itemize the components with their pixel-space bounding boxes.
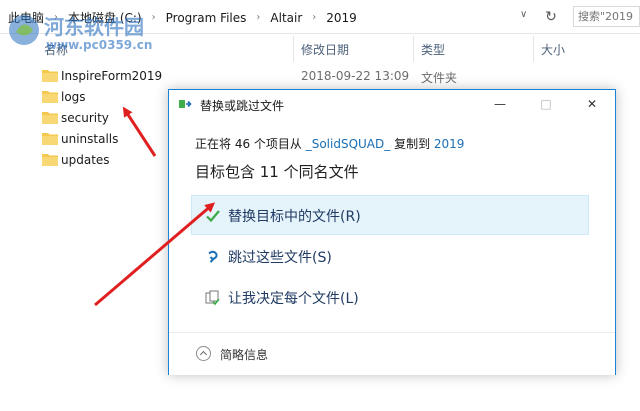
maximize-icon[interactable]: □ — [523, 90, 569, 119]
column-header-name[interactable]: 名称 — [44, 41, 68, 58]
column-header-modified[interactable]: 修改日期 — [301, 41, 349, 58]
search-box[interactable] — [573, 6, 640, 27]
breadcrumb-2019[interactable]: 2019 — [326, 11, 357, 25]
column-header-size[interactable]: 大小 — [541, 41, 565, 58]
copy-summary: 正在将 46 个项目从 _SolidSQUAD_ 复制到 2019 — [195, 135, 464, 152]
address-bar[interactable]: 此电脑 › 本地磁盘 (C:) › Program Files › Altair… — [0, 0, 640, 34]
dialog-heading: 目标包含 11 个同名文件 — [195, 163, 359, 181]
dialog-footer: 简略信息 — [169, 332, 615, 375]
column-divider[interactable] — [533, 36, 534, 62]
folder-icon — [42, 91, 58, 103]
file-modified: 2018-09-22 13:09 — [301, 69, 410, 83]
chevron-down-icon[interactable]: ∨ — [520, 9, 527, 20]
refresh-icon[interactable]: ↻ — [541, 7, 561, 27]
fewer-details-link[interactable]: 简略信息 — [220, 346, 268, 363]
option-label: 让我决定每个文件(L) — [228, 291, 359, 307]
column-header-type[interactable]: 类型 — [421, 41, 445, 58]
breadcrumb: 此电脑 › 本地磁盘 (C:) › Program Files › Altair… — [8, 9, 357, 26]
decide-each-file-option[interactable]: 让我决定每个文件(L) — [191, 277, 589, 317]
search-input[interactable] — [574, 7, 639, 26]
chevron-up-circle-icon[interactable] — [196, 346, 211, 361]
option-label: 跳过这些文件(S) — [228, 250, 332, 266]
copy-files-icon — [179, 100, 192, 108]
option-label: 替换目标中的文件(R) — [228, 209, 361, 225]
file-name: InspireForm2019 — [61, 69, 163, 83]
file-name: logs — [61, 90, 86, 104]
decide-icon — [205, 290, 220, 306]
folder-icon — [42, 154, 58, 166]
close-icon[interactable]: ✕ — [569, 90, 615, 119]
source-folder-link[interactable]: _SolidSQUAD_ — [306, 137, 391, 151]
replace-or-skip-dialog: 替换或跳过文件 — □ ✕ 正在将 46 个项目从 _SolidSQUAD_ 复… — [168, 89, 616, 375]
file-name: uninstalls — [61, 132, 119, 146]
breadcrumb-altair[interactable]: Altair — [270, 11, 302, 25]
list-item[interactable]: InspireForm2019 2018-09-22 13:09 文件夹 — [0, 66, 640, 87]
summary-middle: 复制到 — [390, 137, 434, 151]
breadcrumb-program-files[interactable]: Program Files — [166, 11, 247, 25]
chevron-right-icon[interactable]: › — [256, 12, 260, 23]
folder-icon — [42, 112, 58, 124]
file-name: security — [61, 111, 109, 125]
file-name: updates — [61, 153, 110, 167]
check-icon — [206, 210, 220, 223]
skip-icon — [208, 250, 218, 263]
destination-folder-link[interactable]: 2019 — [434, 137, 465, 151]
chevron-right-icon[interactable]: › — [312, 12, 316, 23]
column-header-row: 名称 修改日期 类型 大小 — [0, 36, 640, 62]
replace-files-option[interactable]: 替换目标中的文件(R) — [191, 195, 589, 235]
dialog-title-bar[interactable]: 替换或跳过文件 — □ ✕ — [169, 90, 615, 119]
dialog-title: 替换或跳过文件 — [200, 99, 285, 113]
folder-icon — [42, 70, 58, 82]
chevron-right-icon[interactable]: › — [152, 12, 156, 23]
skip-files-option[interactable]: 跳过这些文件(S) — [191, 236, 589, 276]
breadcrumb-local-disk[interactable]: 本地磁盘 (C:) — [68, 9, 142, 26]
summary-prefix: 正在将 46 个项目从 — [195, 137, 306, 151]
column-divider[interactable] — [413, 36, 414, 62]
folder-icon — [42, 133, 58, 145]
breadcrumb-this-pc[interactable]: 此电脑 — [8, 9, 44, 26]
chevron-right-icon[interactable]: › — [54, 12, 58, 23]
file-type: 文件夹 — [421, 71, 458, 85]
minimize-icon[interactable]: — — [477, 90, 523, 119]
column-divider[interactable] — [293, 36, 294, 62]
